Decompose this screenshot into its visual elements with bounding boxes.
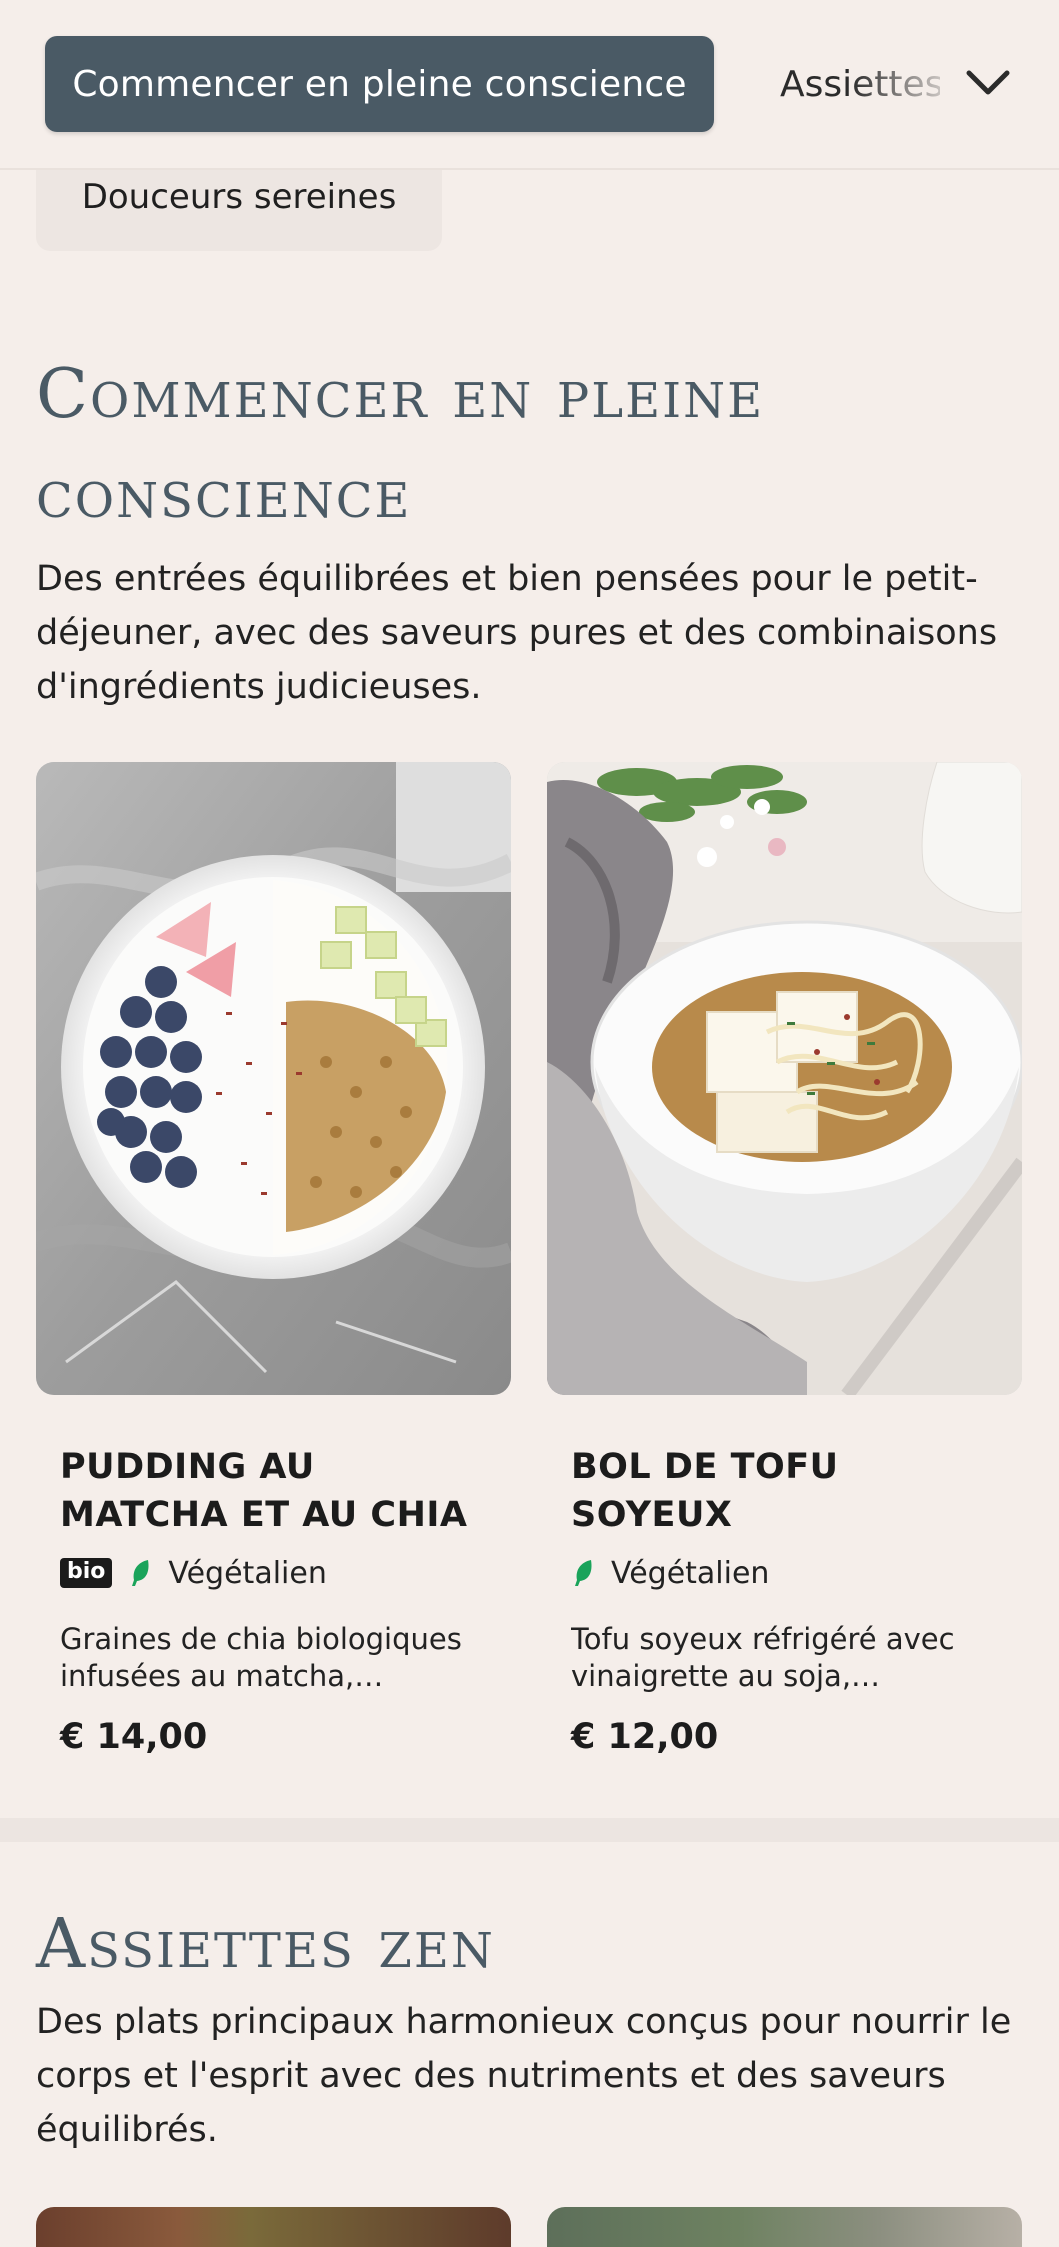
dish-image-partial[interactable] (547, 2207, 1022, 2247)
dish-price: € 14,00 (60, 1717, 208, 1757)
leaf-icon (571, 1558, 597, 1588)
dish-tags: bio Végétalien (60, 1553, 487, 1593)
dish-name: Bol de tofu soyeux (571, 1447, 839, 1535)
section-title-assiettes: Assiettes zen (36, 1905, 495, 1984)
nav-tab-douceurs-label: Douceurs sereines (81, 177, 397, 217)
dish-image-tofu (547, 762, 1022, 1395)
vegan-tag: Végétalien (168, 1555, 327, 1591)
menu-card[interactable]: Bol de tofu soyeux Végétalien Tofu soyeu… (547, 762, 1022, 1757)
menu-card[interactable]: Pudding au matcha et au chia bio Végétal… (36, 762, 511, 1757)
section-title-commencer: Commencer en pleine conscience (36, 355, 765, 534)
bio-badge: bio (60, 1558, 113, 1588)
section-description-assiettes: Des plats principaux harmonieux conçus p… (36, 2002, 1012, 2150)
chevron-down-icon[interactable] (960, 52, 1016, 112)
dish-image-partial[interactable] (36, 2207, 511, 2247)
leaf-icon (128, 1558, 154, 1588)
category-nav: Commencer en pleine conscience Assiettes… (0, 0, 1059, 170)
dish-image-pudding (36, 762, 511, 1395)
section-divider (0, 1818, 1059, 1842)
dish-description: Graines de chia biologiques infusées au … (60, 1622, 462, 1693)
nav-fade-overlay (850, 10, 960, 160)
dish-tags: Végétalien (571, 1553, 998, 1593)
dish-price: € 12,00 (571, 1717, 719, 1757)
dish-name: Pudding au matcha et au chia (60, 1447, 468, 1535)
dish-description: Tofu soyeux réfrigéré avec vinaigrette a… (571, 1622, 955, 1693)
nav-tab-commencer[interactable]: Commencer en pleine conscience (45, 36, 714, 132)
section-description-commencer: Des entrées équilibrées et bien pensées … (36, 559, 998, 707)
vegan-tag: Végétalien (611, 1555, 770, 1591)
